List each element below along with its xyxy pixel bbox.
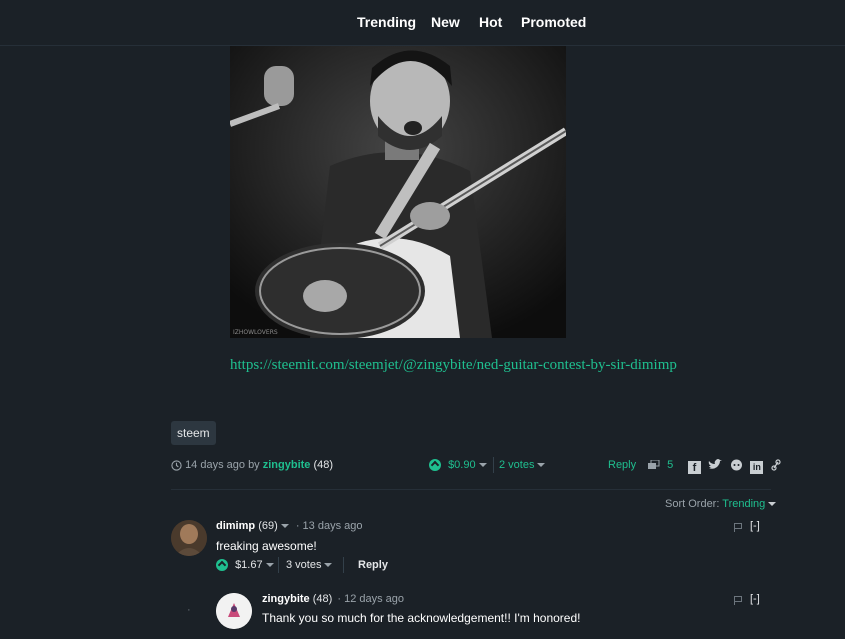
comment-time[interactable]: 12 days ago xyxy=(344,593,404,605)
upvote-icon[interactable] xyxy=(429,459,441,472)
flag-icon[interactable] xyxy=(734,523,743,532)
comment-author[interactable]: zingybite xyxy=(262,593,310,605)
post-payout-group: $0.90 xyxy=(429,459,487,472)
collapse-toggle[interactable]: [-] xyxy=(750,520,760,532)
reddit-icon[interactable] xyxy=(730,458,743,476)
post-time: 14 days ago xyxy=(185,459,245,471)
post-comments-group: 5 xyxy=(648,459,673,471)
divider xyxy=(343,557,344,573)
comment-payout[interactable]: $1.67 xyxy=(235,559,263,571)
comment-time[interactable]: 13 days ago xyxy=(303,520,363,532)
top-nav: Trending New Hot Promoted xyxy=(0,0,845,46)
facebook-icon[interactable]: f xyxy=(688,460,701,474)
comments-icon xyxy=(648,459,660,470)
comment-body: Thank you so much for the acknowledgemen… xyxy=(262,611,581,625)
comment-header: zingybite (48) · 12 days ago xyxy=(262,593,405,605)
comment-author[interactable]: dimimp xyxy=(216,520,255,532)
sort-order-value[interactable]: Trending xyxy=(722,498,765,510)
comment-header: dimimp (69) · 13 days ago xyxy=(216,520,363,532)
post-link[interactable]: https://steemit.com/steemjet/@zingybite/… xyxy=(230,357,677,374)
link-icon[interactable] xyxy=(771,458,781,476)
post-comment-count[interactable]: 5 xyxy=(667,459,673,471)
comment-votes-group: 3 votes xyxy=(286,559,333,571)
comment-reply-link[interactable]: Reply xyxy=(358,559,388,571)
post-votes-group: 2 votes xyxy=(499,459,546,471)
nav-trending[interactable]: Trending xyxy=(357,14,416,30)
chevron-down-icon[interactable] xyxy=(280,524,289,529)
chevron-down-icon[interactable] xyxy=(478,463,487,468)
post-votes[interactable]: 2 votes xyxy=(499,459,534,471)
twitter-icon[interactable] xyxy=(708,458,723,476)
comment-payout-group: $1.67 xyxy=(216,559,274,572)
divider xyxy=(493,457,494,473)
post-image: IZHOWLOVERS xyxy=(230,46,566,338)
chevron-down-icon[interactable] xyxy=(265,563,274,568)
linkedin-icon[interactable]: in xyxy=(750,460,764,474)
post-payout[interactable]: $0.90 xyxy=(448,459,476,471)
collapse-toggle[interactable]: [-] xyxy=(750,593,760,605)
divider xyxy=(278,557,279,573)
comment-body: freaking awesome! xyxy=(216,539,317,553)
nav-promoted[interactable]: Promoted xyxy=(521,14,586,30)
chevron-down-icon[interactable] xyxy=(768,502,777,507)
upvote-icon[interactable] xyxy=(216,559,228,572)
comment-votes[interactable]: 3 votes xyxy=(286,559,321,571)
sort-order-label: Sort Order: xyxy=(665,498,720,510)
chevron-down-icon[interactable] xyxy=(537,463,546,468)
post-by: by xyxy=(248,459,260,471)
nav-new[interactable]: New xyxy=(431,14,460,30)
post-reply-link[interactable]: Reply xyxy=(608,459,636,471)
nav-hot[interactable]: Hot xyxy=(479,14,502,30)
clock-icon xyxy=(171,459,182,471)
post-author-rep: (48) xyxy=(313,459,334,471)
chevron-down-icon[interactable] xyxy=(324,563,333,568)
avatar[interactable] xyxy=(171,520,207,556)
avatar[interactable] xyxy=(216,593,252,629)
thread-marker: · xyxy=(187,604,191,616)
section-divider xyxy=(171,489,771,490)
sort-order: Sort Order: Trending xyxy=(665,498,777,510)
image-watermark: IZHOWLOVERS xyxy=(233,329,278,336)
comment-author-rep: (69) xyxy=(258,520,278,532)
post-meta: 14 days ago by zingybite (48) xyxy=(171,459,333,471)
post-author[interactable]: zingybite xyxy=(263,459,311,471)
tag-steem[interactable]: steem xyxy=(171,421,216,445)
flag-icon[interactable] xyxy=(734,596,743,605)
comment-author-rep: (48) xyxy=(312,593,333,605)
post-reply-group: Reply xyxy=(608,459,636,471)
share-icons: f in xyxy=(688,458,784,474)
